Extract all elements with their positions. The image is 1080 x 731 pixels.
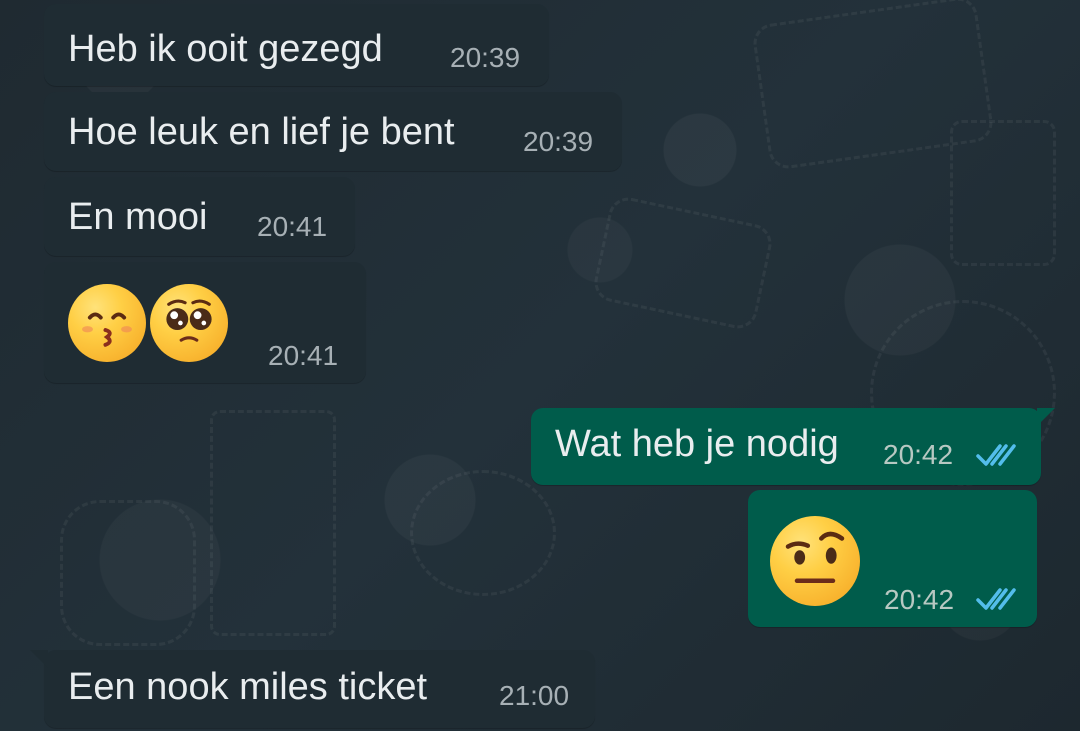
message-timestamp: 21:00 bbox=[499, 680, 570, 711]
wallpaper-doodle bbox=[950, 120, 1056, 266]
message-bubble-outgoing[interactable]: Wat heb je nodig 20:42 bbox=[531, 408, 1055, 485]
kissing-face-with-smiling-eyes-emoji-icon bbox=[68, 284, 146, 362]
message-text: Wat heb je nodig bbox=[555, 423, 839, 465]
message-timestamp: 20:42 bbox=[883, 439, 954, 470]
message-text: Heb ik ooit gezegd bbox=[68, 28, 383, 70]
message-text: Hoe leuk en lief je bent bbox=[68, 111, 455, 153]
message-bubble-incoming[interactable]: En mooi 20:41 bbox=[44, 177, 355, 256]
message-timestamp: 20:42 bbox=[884, 584, 955, 615]
message-bubble-outgoing-emoji[interactable]: 20:42 bbox=[748, 490, 1037, 627]
message-timestamp: 20:41 bbox=[268, 340, 339, 371]
bubble-tail bbox=[30, 650, 48, 668]
double-check-read-icon bbox=[976, 588, 1016, 610]
pleading-face-emoji-icon bbox=[150, 284, 228, 362]
face-with-raised-eyebrow-emoji-icon bbox=[770, 516, 860, 606]
message-timestamp: 20:39 bbox=[450, 42, 521, 73]
message-bubble-incoming[interactable]: Heb ik ooit gezegd 20:39 bbox=[44, 4, 549, 86]
message-bubble-incoming-emoji[interactable]: 20:41 bbox=[44, 262, 366, 383]
wallpaper-doodle bbox=[590, 193, 776, 333]
message-bubble-incoming[interactable]: Een nook miles ticket 21:00 bbox=[30, 650, 595, 728]
wallpaper-doodle bbox=[210, 410, 336, 636]
message-timestamp: 20:41 bbox=[257, 211, 328, 242]
bubble-tail bbox=[1037, 408, 1055, 426]
message-text: Een nook miles ticket bbox=[68, 666, 428, 708]
message-bubble-incoming[interactable]: Hoe leuk en lief je bent 20:39 bbox=[44, 92, 622, 171]
wallpaper-doodle bbox=[60, 500, 196, 646]
message-timestamp: 20:39 bbox=[523, 126, 594, 157]
wallpaper-doodle bbox=[410, 470, 556, 596]
message-text: En mooi bbox=[68, 196, 208, 238]
double-check-read-icon bbox=[976, 444, 1016, 466]
